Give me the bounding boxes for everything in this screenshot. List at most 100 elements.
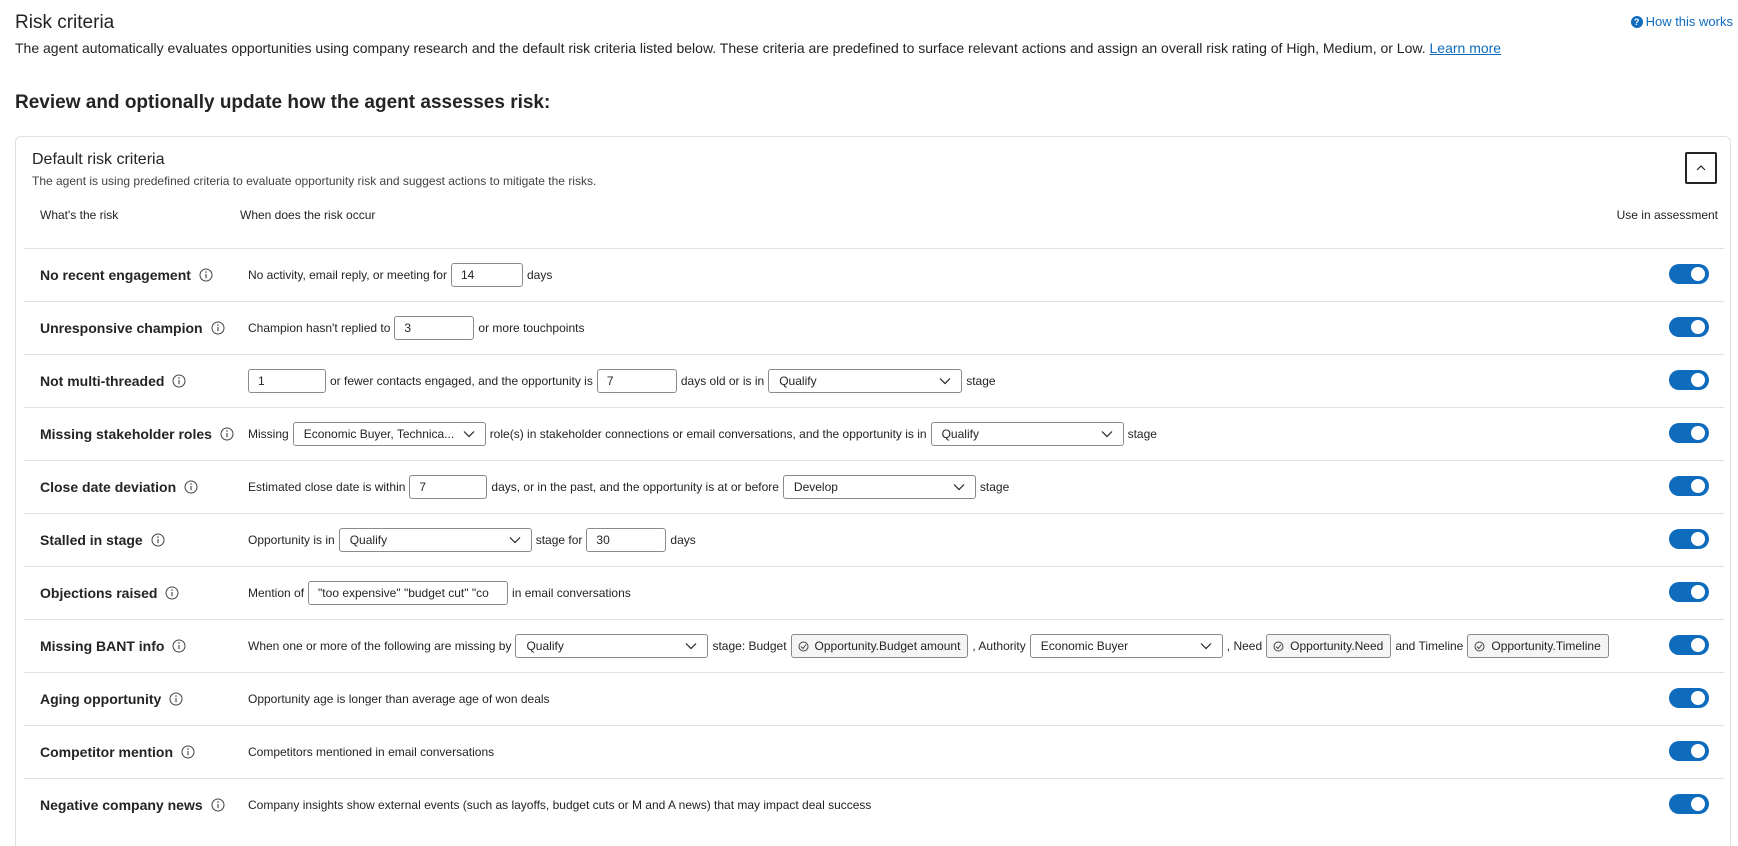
info-circle-icon[interactable] — [199, 268, 213, 282]
stage-dropdown[interactable]: Qualify — [930, 422, 1124, 446]
condition-text: stage for — [535, 533, 583, 547]
card-subtitle: The agent is using predefined criteria t… — [32, 174, 597, 188]
risk-condition: Missing Economic Buyer, Technica... role… — [248, 408, 1157, 460]
stage-dropdown[interactable]: Qualify — [338, 528, 532, 552]
info-circle-icon[interactable] — [172, 374, 186, 388]
default-risk-criteria-card: Default risk criteria The agent is using… — [15, 136, 1731, 846]
card-title: Default risk criteria — [32, 151, 165, 168]
days-input[interactable]: 7 — [409, 475, 488, 499]
risk-condition: Estimated close date is within 7 days, o… — [248, 461, 1009, 513]
condition-text: When one or more of the following are mi… — [248, 639, 512, 653]
condition-text: or fewer contacts engaged, and the oppor… — [330, 374, 593, 388]
risk-row-unresponsive-champion: Unresponsive champion Champion hasn't re… — [24, 301, 1724, 354]
risk-row-negative-company-news: Negative company news Company insights s… — [24, 778, 1724, 831]
chevron-down-icon — [1101, 431, 1113, 438]
condition-text: stage — [966, 374, 996, 388]
info-circle-icon[interactable] — [220, 427, 234, 441]
how-this-works-link[interactable]: ? How this works — [1630, 14, 1733, 29]
condition-text: or more touchpoints — [478, 321, 585, 335]
info-circle-icon[interactable] — [184, 480, 198, 494]
days-input[interactable]: 14 — [450, 263, 523, 287]
risk-row-aging-opportunity: Aging opportunity Opportunity age is lon… — [24, 672, 1724, 725]
field-reference-icon — [1474, 641, 1485, 651]
risk-name: Missing BANT info — [40, 638, 165, 654]
days-input[interactable]: 7 — [596, 369, 677, 393]
learn-more-link[interactable]: Learn more — [1430, 40, 1502, 56]
column-header-risk: What's the risk — [40, 208, 119, 222]
risk-condition: Champion hasn't replied to 3 or more tou… — [248, 302, 584, 354]
use-in-assessment-toggle[interactable] — [1669, 635, 1709, 655]
risk-name-cell: Aging opportunity — [40, 673, 183, 725]
risk-condition: When one or more of the following are mi… — [248, 620, 1609, 672]
risk-row-not-multi-threaded: Not multi-threaded 1 or fewer contacts e… — [24, 354, 1724, 407]
need-field-chip[interactable]: Opportunity.Need — [1266, 634, 1392, 658]
keywords-input[interactable]: "too expensive" "budget cut" "co — [308, 581, 509, 605]
use-in-assessment-toggle[interactable] — [1669, 370, 1709, 390]
risk-condition: Mention of "too expensive" "budget cut" … — [248, 567, 631, 619]
condition-text: Opportunity age is longer than average a… — [248, 692, 550, 706]
condition-text: , Authority — [972, 639, 1026, 653]
contacts-input[interactable]: 1 — [248, 369, 326, 393]
column-header-use: Use in assessment — [1616, 208, 1718, 222]
risk-row-competitor-mention: Competitor mention Competitors mentioned… — [24, 725, 1724, 778]
condition-text: Missing — [248, 427, 289, 441]
budget-field-chip[interactable]: Opportunity.Budget amount — [790, 634, 969, 658]
question-circle-icon: ? — [1630, 15, 1643, 28]
info-circle-icon[interactable] — [169, 692, 183, 706]
risk-name: Aging opportunity — [40, 691, 162, 707]
budget-chip-label: Opportunity.Budget amount — [814, 639, 961, 653]
use-in-assessment-toggle[interactable] — [1669, 794, 1709, 814]
condition-text: Competitors mentioned in email conversat… — [248, 745, 495, 759]
condition-text: Champion hasn't replied to — [248, 321, 391, 335]
chevron-down-icon — [509, 537, 521, 544]
risk-name: Negative company news — [40, 797, 203, 813]
risk-name: Unresponsive champion — [40, 320, 203, 336]
risk-condition: Company insights show external events (s… — [248, 779, 871, 831]
stage-dropdown[interactable]: Develop — [782, 475, 976, 499]
use-in-assessment-toggle[interactable] — [1669, 317, 1709, 337]
chevron-up-icon — [1696, 165, 1706, 171]
info-circle-icon[interactable] — [172, 639, 186, 653]
timeline-field-chip[interactable]: Opportunity.Timeline — [1467, 634, 1609, 658]
info-circle-icon[interactable] — [211, 798, 225, 812]
use-in-assessment-toggle[interactable] — [1669, 582, 1709, 602]
stage-value: Qualify — [526, 639, 564, 653]
condition-text: Opportunity is in — [248, 533, 335, 547]
risk-name: Close date deviation — [40, 479, 177, 495]
stage-dropdown[interactable]: Qualify — [515, 634, 709, 658]
stage-dropdown[interactable]: Qualify — [768, 369, 963, 393]
use-in-assessment-toggle[interactable] — [1669, 529, 1709, 549]
need-chip-label: Opportunity.Need — [1290, 639, 1384, 653]
condition-text: Mention of — [248, 586, 305, 600]
risk-row-close-date-deviation: Close date deviation Estimated close dat… — [24, 460, 1724, 513]
use-in-assessment-toggle[interactable] — [1669, 688, 1709, 708]
info-circle-icon[interactable] — [165, 586, 179, 600]
chevron-down-icon — [463, 431, 475, 438]
risk-name: Missing stakeholder roles — [40, 426, 212, 442]
info-circle-icon[interactable] — [151, 533, 165, 547]
roles-dropdown[interactable]: Economic Buyer, Technica... — [292, 422, 486, 446]
risk-name-cell: Objections raised — [40, 567, 179, 619]
risk-name-cell: Missing BANT info — [40, 620, 186, 672]
condition-text: Estimated close date is within — [248, 480, 406, 494]
use-in-assessment-toggle[interactable] — [1669, 423, 1709, 443]
touchpoints-input[interactable]: 3 — [394, 316, 475, 340]
authority-dropdown[interactable]: Economic Buyer — [1029, 634, 1223, 658]
info-circle-icon[interactable] — [211, 321, 225, 335]
risk-name: Not multi-threaded — [40, 373, 165, 389]
collapse-button[interactable] — [1685, 152, 1717, 184]
risk-name: Stalled in stage — [40, 532, 143, 548]
info-circle-icon[interactable] — [181, 745, 195, 759]
intro-description: The agent automatically evaluates opport… — [15, 40, 1501, 56]
use-in-assessment-toggle[interactable] — [1669, 476, 1709, 496]
condition-text: days, or in the past, and the opportunit… — [491, 480, 779, 494]
page-title: Risk criteria — [15, 12, 115, 33]
days-input[interactable]: 30 — [586, 528, 667, 552]
condition-text: , Need — [1226, 639, 1263, 653]
condition-text: stage — [1127, 427, 1157, 441]
use-in-assessment-toggle[interactable] — [1669, 741, 1709, 761]
risk-name: Competitor mention — [40, 744, 173, 760]
risk-row-missing-stakeholder-roles: Missing stakeholder roles Missing Econom… — [24, 407, 1724, 460]
use-in-assessment-toggle[interactable] — [1669, 264, 1709, 284]
chevron-down-icon — [953, 484, 965, 491]
